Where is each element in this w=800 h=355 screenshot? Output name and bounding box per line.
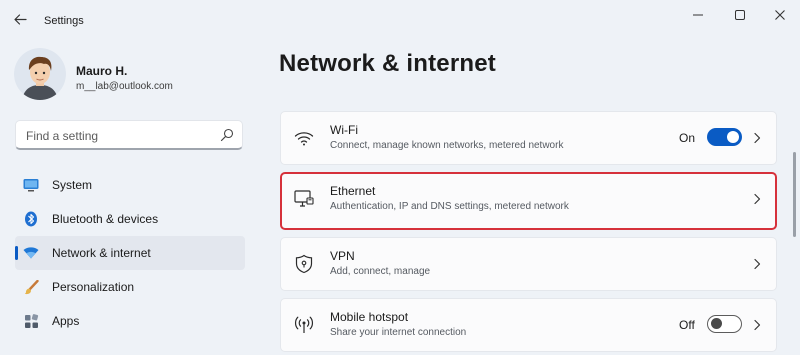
- avatar-image: [14, 48, 66, 100]
- chevron-right-icon: [754, 319, 761, 331]
- toggle-knob: [711, 318, 722, 329]
- sidebar-item-label: System: [52, 178, 93, 192]
- page-title: Network & internet: [279, 50, 496, 77]
- card-title: VPN: [330, 249, 355, 263]
- active-indicator: [15, 246, 18, 260]
- close-icon: [775, 10, 785, 20]
- card-title: Ethernet: [330, 184, 376, 198]
- monitor-icon: [23, 177, 39, 193]
- search-input[interactable]: [24, 127, 218, 145]
- mobile-hotspot-card[interactable]: Mobile hotspot Share your internet conne…: [280, 298, 777, 352]
- minimize-button[interactable]: [686, 6, 710, 24]
- search-box[interactable]: [15, 120, 243, 150]
- wifi-icon: [294, 128, 314, 148]
- wifi-toggle[interactable]: [707, 128, 742, 146]
- wifi-card[interactable]: Wi-Fi Connect, manage known networks, me…: [280, 111, 777, 165]
- sidebar-item-personalization[interactable]: Personalization: [15, 270, 245, 304]
- card-subtitle: Add, connect, manage: [330, 266, 431, 277]
- apps-icon: [23, 313, 39, 329]
- sidebar-item-apps[interactable]: Apps: [15, 304, 245, 338]
- ethernet-card[interactable]: Ethernet Authentication, IP and DNS sett…: [280, 172, 777, 230]
- toggle-state-label: Off: [679, 318, 695, 332]
- card-title: Wi-Fi: [330, 123, 358, 137]
- chevron-right-icon: [754, 193, 761, 205]
- minimize-icon: [693, 14, 703, 16]
- profile-name: Mauro H.: [76, 64, 128, 78]
- sidebar-item-bluetooth-devices[interactable]: Bluetooth & devices: [15, 202, 245, 236]
- bluetooth-icon: [23, 211, 39, 227]
- title-bar: Settings: [0, 0, 800, 36]
- network-wifi-icon: [23, 245, 39, 261]
- sidebar-item-label: Network & internet: [52, 246, 151, 260]
- ethernet-icon: [294, 189, 314, 209]
- maximize-icon: [735, 10, 745, 20]
- settings-window: Settings Mauro H. m__lab@outlook.com Fin…: [0, 0, 800, 355]
- sidebar-item-label: Apps: [52, 314, 80, 328]
- sidebar-item-label: Bluetooth & devices: [52, 212, 159, 226]
- sidebar-item-label: Personalization: [52, 280, 135, 294]
- card-subtitle: Authentication, IP and DNS settings, met…: [330, 201, 569, 212]
- toggle-state-label: On: [679, 131, 696, 145]
- chevron-right-icon: [754, 132, 761, 144]
- mobile-hotspot-toggle[interactable]: [707, 315, 742, 333]
- close-button[interactable]: [768, 6, 792, 24]
- brush-icon: [23, 279, 39, 295]
- app-title: Settings: [44, 15, 84, 27]
- card-subtitle: Connect, manage known networks, metered …: [330, 140, 564, 151]
- maximize-button[interactable]: [728, 6, 752, 24]
- scrollbar[interactable]: [793, 152, 796, 237]
- vpn-card[interactable]: VPN Add, connect, manage: [280, 237, 777, 291]
- vpn-shield-icon: [294, 254, 314, 274]
- sidebar-item-system[interactable]: System: [15, 168, 245, 202]
- back-arrow-icon: [13, 13, 27, 25]
- chevron-right-icon: [754, 258, 761, 270]
- profile-email: m__lab@outlook.com: [76, 81, 173, 92]
- sidebar-item-network-internet[interactable]: Network & internet: [15, 236, 245, 270]
- card-title: Mobile hotspot: [330, 310, 409, 324]
- back-button[interactable]: [10, 10, 30, 28]
- hotspot-icon: [294, 315, 314, 335]
- search-icon[interactable]: [220, 128, 234, 142]
- card-subtitle: Share your internet connection: [330, 327, 467, 338]
- toggle-knob: [727, 131, 739, 143]
- sidebar-nav: System Bluetooth & devices Network & int…: [15, 168, 245, 338]
- avatar[interactable]: [14, 48, 66, 100]
